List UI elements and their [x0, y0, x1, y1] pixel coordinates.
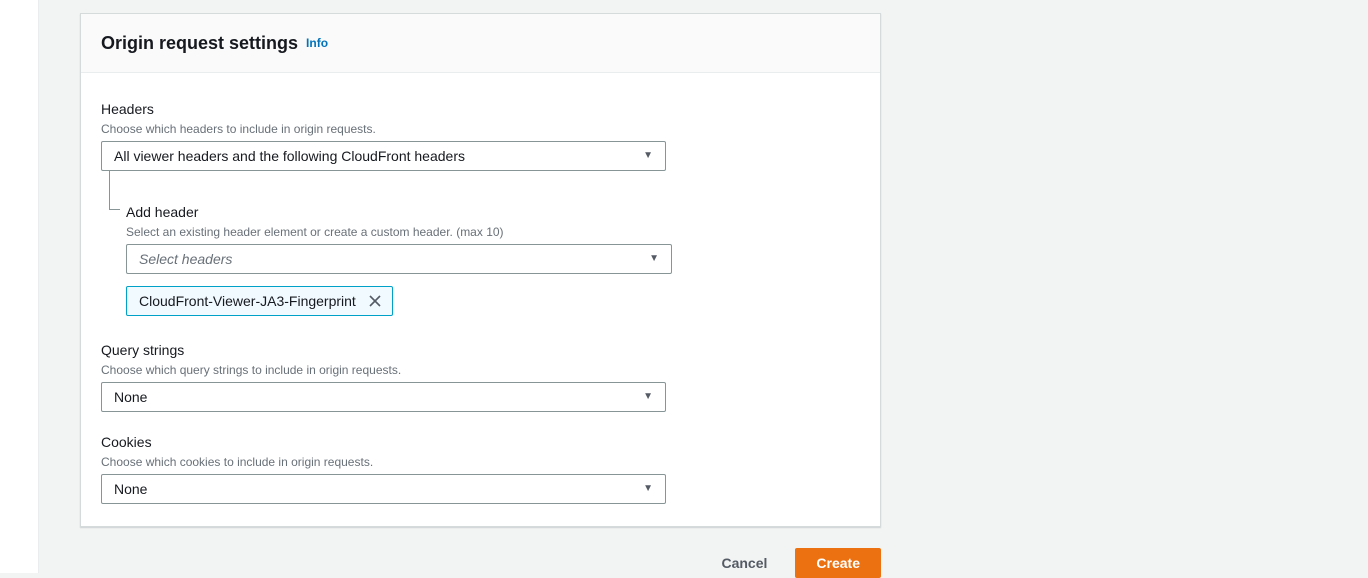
- cookies-description: Choose which cookies to include in origi…: [101, 454, 860, 470]
- headers-select-value: All viewer headers and the following Clo…: [114, 148, 465, 164]
- form-actions: Cancel Create: [80, 548, 881, 578]
- headers-label: Headers: [101, 99, 860, 119]
- add-header-description: Select an existing header element or cre…: [126, 224, 860, 240]
- query-strings-description: Choose which query strings to include in…: [101, 362, 860, 378]
- selected-header-token: CloudFront-Viewer-JA3-Fingerprint: [126, 286, 393, 316]
- remove-token-button[interactable]: [366, 292, 384, 310]
- panel-header: Origin request settings Info: [81, 14, 880, 73]
- query-strings-label: Query strings: [101, 340, 860, 360]
- cookies-select[interactable]: None ▼: [101, 474, 666, 504]
- cookies-field: Cookies Choose which cookies to include …: [101, 432, 860, 504]
- origin-request-settings-panel: Origin request settings Info Headers Choo…: [80, 13, 881, 527]
- query-strings-select[interactable]: None ▼: [101, 382, 666, 412]
- cancel-button[interactable]: Cancel: [721, 551, 767, 575]
- selected-header-token-label: CloudFront-Viewer-JA3-Fingerprint: [139, 293, 356, 309]
- info-link[interactable]: Info: [306, 36, 328, 50]
- caret-down-icon: ▼: [643, 484, 653, 494]
- close-icon: [368, 294, 382, 308]
- add-header-group: Add header Select an existing header ele…: [126, 202, 860, 316]
- headers-select[interactable]: All viewer headers and the following Clo…: [101, 141, 666, 171]
- cookies-label: Cookies: [101, 432, 860, 452]
- main-content: Origin request settings Info Headers Choo…: [80, 13, 881, 578]
- cookies-select-value: None: [114, 481, 147, 497]
- caret-down-icon: ▼: [649, 254, 659, 264]
- side-nav-rail: [0, 0, 39, 573]
- create-button[interactable]: Create: [795, 548, 881, 578]
- panel-title: Origin request settings: [101, 33, 298, 53]
- add-header-label: Add header: [126, 202, 860, 222]
- query-strings-field: Query strings Choose which query strings…: [101, 340, 860, 412]
- query-strings-select-value: None: [114, 389, 147, 405]
- panel-body: Headers Choose which headers to include …: [81, 73, 880, 526]
- headers-field: Headers Choose which headers to include …: [101, 99, 860, 171]
- add-header-select-placeholder: Select headers: [139, 251, 232, 267]
- add-header-select[interactable]: Select headers ▼: [126, 244, 672, 274]
- caret-down-icon: ▼: [643, 392, 653, 402]
- caret-down-icon: ▼: [643, 151, 653, 161]
- headers-description: Choose which headers to include in origi…: [101, 121, 860, 137]
